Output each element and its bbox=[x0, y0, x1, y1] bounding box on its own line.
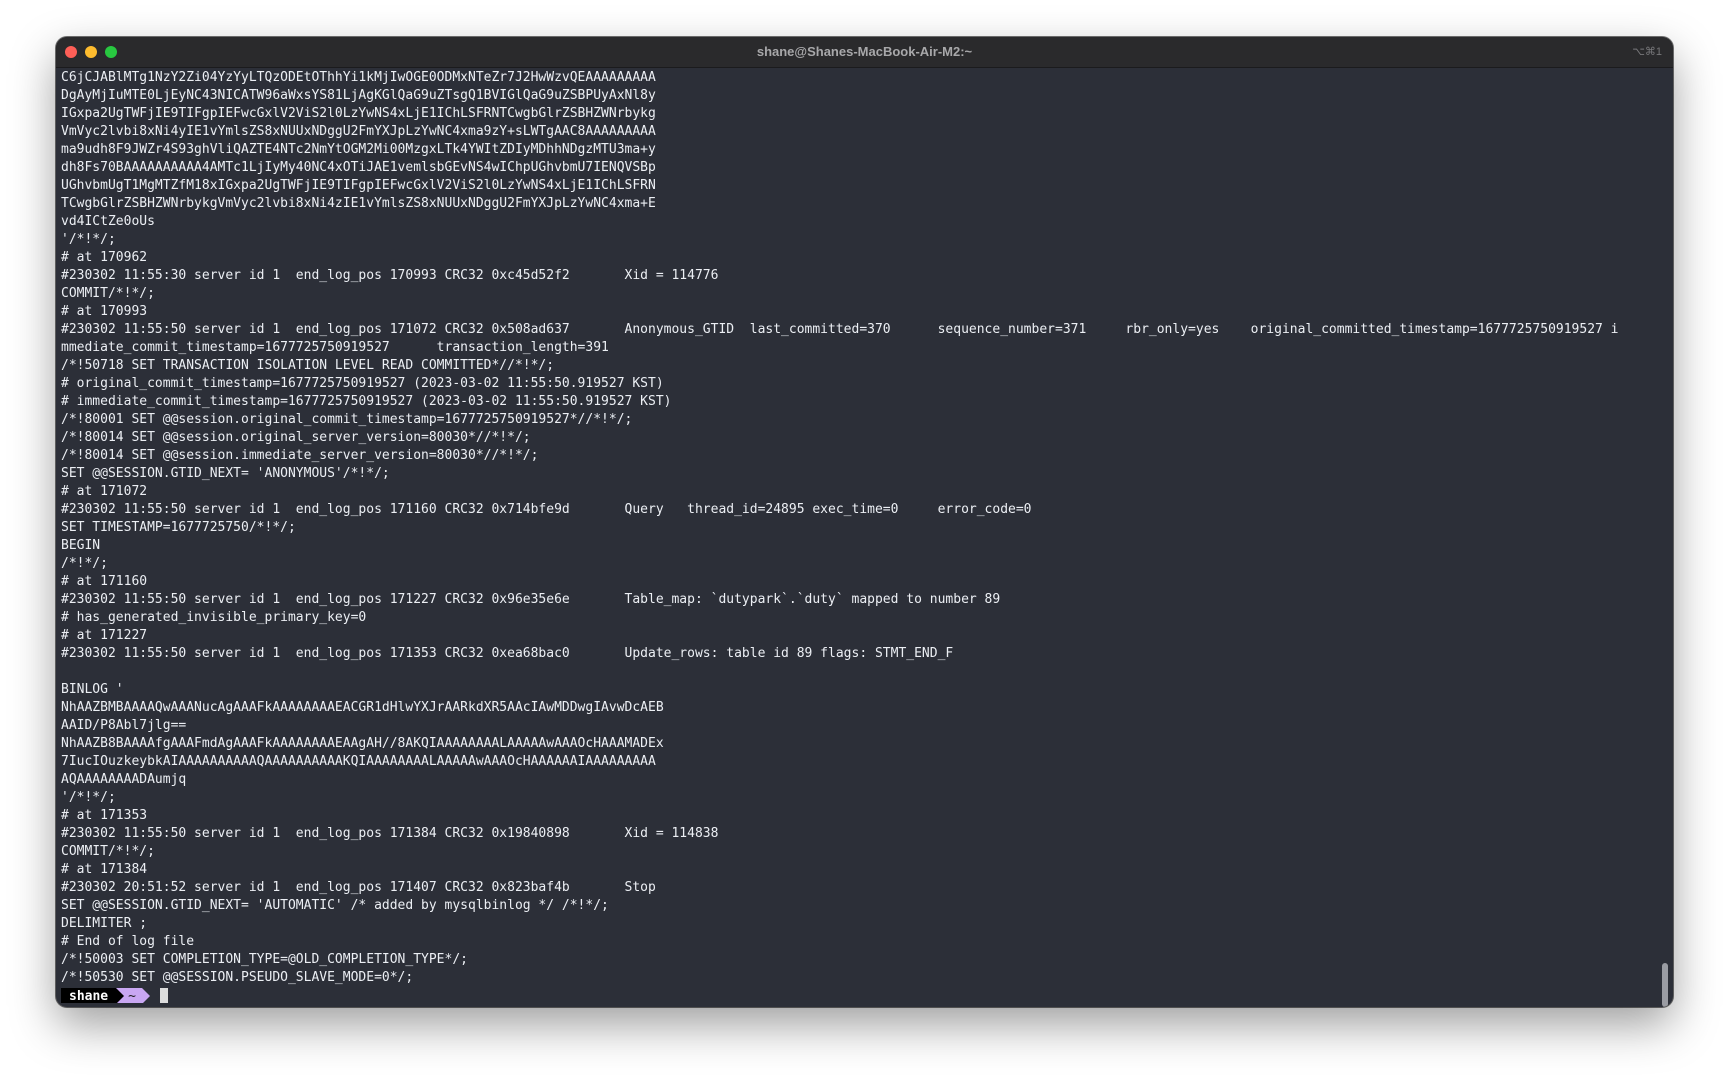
terminal-line: # at 171072 bbox=[61, 484, 148, 499]
terminal-line: vd4ICtZe0oUs bbox=[61, 214, 155, 229]
prompt-user-segment: shane bbox=[61, 987, 117, 1003]
terminal-line: # original_commit_timestamp=167772575091… bbox=[61, 376, 664, 391]
terminal-line: TCwgbGlrZSBHZWNrbykgVmVyc2lvbi8xNi4zIE1v… bbox=[61, 196, 656, 211]
terminal-line: #230302 11:55:50 server id 1 end_log_pos… bbox=[61, 592, 1001, 607]
terminal-line: ma9udh8F9JWZr4S93ghVliQAZTE4NTc2NmYtOGM2… bbox=[61, 142, 656, 157]
title-bar[interactable]: shane@Shanes-MacBook-Air-M2:~ ⌥⌘1 bbox=[56, 37, 1673, 68]
terminal-line: COMMIT/*!*/; bbox=[61, 286, 155, 301]
terminal-line: VmVyc2lvbi8xNi4yIE1vYmlsZS8xNUUxNDggU2Fm… bbox=[61, 124, 656, 139]
terminal-line: '/*!*/; bbox=[61, 232, 116, 247]
terminal-line: # has_generated_invisible_primary_key=0 bbox=[61, 610, 367, 625]
terminal-line: /*!50003 SET COMPLETION_TYPE=@OLD_COMPLE… bbox=[61, 952, 468, 967]
terminal-line: mmediate_commit_timestamp=16777257509195… bbox=[61, 340, 609, 355]
terminal-line: SET TIMESTAMP=1677725750/*!*/; bbox=[61, 520, 296, 535]
window-shortcut-label: ⌥⌘1 bbox=[1632, 46, 1662, 58]
terminal-line: # at 171160 bbox=[61, 574, 148, 589]
terminal-line: BEGIN bbox=[61, 538, 101, 553]
scrollbar-thumb[interactable] bbox=[1662, 963, 1668, 1007]
terminal-line: #230302 11:55:50 server id 1 end_log_pos… bbox=[61, 826, 719, 841]
terminal-output[interactable]: C6jCJABlMTg1NzY2Zi04YzYyLTQzODEtOThhYi1k… bbox=[61, 69, 1653, 1003]
terminal-line: # at 171384 bbox=[61, 862, 148, 877]
terminal-line: IGxpa2UgTWFjIE9TIFgpIEFwcGxlV2ViS2l0LzYw… bbox=[61, 106, 656, 121]
terminal-line: /*!*/; bbox=[61, 556, 108, 571]
terminal-line: /*!80014 SET @@session.immediate_server_… bbox=[61, 448, 539, 463]
terminal-line: #230302 11:55:50 server id 1 end_log_pos… bbox=[61, 322, 1619, 337]
text-cursor bbox=[159, 988, 168, 1003]
terminal-line: /*!80001 SET @@session.original_commit_t… bbox=[61, 412, 633, 427]
terminal-line: #230302 20:51:52 server id 1 end_log_pos… bbox=[61, 880, 656, 895]
terminal-line: # at 171353 bbox=[61, 808, 148, 823]
terminal-line: COMMIT/*!*/; bbox=[61, 844, 155, 859]
terminal-line: '/*!*/; bbox=[61, 790, 116, 805]
terminal-line: UGhvbmUgT1MgMTZfM18xIGxpa2UgTWFjIE9TIFgp… bbox=[61, 178, 656, 193]
terminal-line: NhAAZB8BAAAAfgAAAFmdAgAAAFkAAAAAAAAEAAgA… bbox=[61, 736, 664, 751]
terminal-line: # at 170962 bbox=[61, 250, 148, 265]
terminal-line: #230302 11:55:50 server id 1 end_log_pos… bbox=[61, 502, 1032, 517]
scrollbar[interactable] bbox=[1660, 69, 1670, 1007]
terminal-line: # at 170993 bbox=[61, 304, 148, 319]
prompt-separator-icon bbox=[116, 988, 125, 1003]
terminal-window: shane@Shanes-MacBook-Air-M2:~ ⌥⌘1 C6jCJA… bbox=[56, 37, 1673, 1007]
terminal-line: dh8Fs70BAAAAAAAAAA4AMTc1LjIyMy40NC4xOTiJ… bbox=[61, 160, 656, 175]
terminal-line: DELIMITER ; bbox=[61, 916, 148, 931]
terminal-line: #230302 11:55:50 server id 1 end_log_pos… bbox=[61, 646, 954, 661]
terminal-line: DgAyMjIuMTE0LjEyNC43NICATW96aWxsYS81LjAg… bbox=[61, 88, 656, 103]
terminal-line: SET @@SESSION.GTID_NEXT= 'AUTOMATIC' /* … bbox=[61, 898, 609, 913]
prompt-end-arrow-icon bbox=[141, 988, 150, 1003]
shell-prompt[interactable]: shane ~ bbox=[61, 987, 1653, 1003]
terminal-line: /*!80014 SET @@session.original_server_v… bbox=[61, 430, 531, 445]
terminal-line: NhAAZBMBAAAAQwAAANucAgAAAFkAAAAAAAAEACGR… bbox=[61, 700, 664, 715]
terminal-line: BINLOG ' bbox=[61, 682, 124, 697]
terminal-line: AQAAAAAAAADAumjq bbox=[61, 772, 187, 787]
terminal-line: #230302 11:55:30 server id 1 end_log_pos… bbox=[61, 268, 719, 283]
terminal-line: AAID/P8Abl7jlg== bbox=[61, 718, 187, 733]
terminal-line: SET @@SESSION.GTID_NEXT= 'ANONYMOUS'/*!*… bbox=[61, 466, 390, 481]
window-title: shane@Shanes-MacBook-Air-M2:~ bbox=[756, 44, 973, 59]
terminal-line: # End of log file bbox=[61, 934, 195, 949]
terminal-line: # immediate_commit_timestamp=16777257509… bbox=[61, 394, 672, 409]
terminal-line: /*!50718 SET TRANSACTION ISOLATION LEVEL… bbox=[61, 358, 555, 373]
terminal-line: C6jCJABlMTg1NzY2Zi04YzYyLTQzODEtOThhYi1k… bbox=[61, 70, 656, 85]
terminal-line: 7IucIOuzkeybkAIAAAAAAAAAAQAAAAAAAAAAKQIA… bbox=[61, 754, 656, 769]
prompt-directory-segment: ~ bbox=[124, 987, 142, 1003]
terminal-line: /*!50530 SET @@SESSION.PSEUDO_SLAVE_MODE… bbox=[61, 970, 414, 985]
terminal-line: # at 171227 bbox=[61, 628, 148, 643]
